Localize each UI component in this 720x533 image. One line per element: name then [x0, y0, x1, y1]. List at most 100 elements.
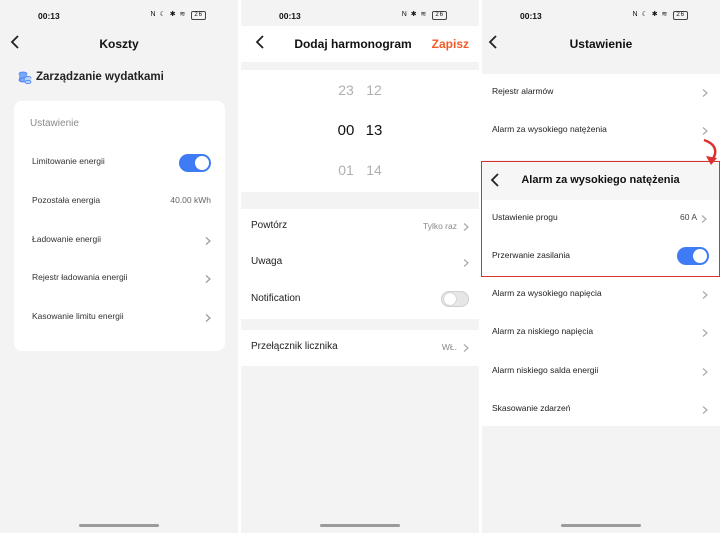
high-current-alarm-row[interactable]: Alarm za wysokiego natężenia — [482, 112, 720, 150]
row-label: Ustawienie progu — [492, 212, 558, 222]
chevron-right-icon — [205, 314, 211, 322]
section-title: Zarządzanie wydatkami — [36, 71, 164, 83]
save-button[interactable]: Zapisz — [432, 37, 469, 51]
energy-charging-row[interactable]: Ładowanie energii — [14, 222, 225, 260]
status-icons: N ☾ ✱ ≋ 26 — [632, 10, 688, 20]
power-cut-row[interactable]: Przerwanie zasilania — [482, 238, 719, 276]
app-header: Dodaj harmonogram Zapisz — [241, 26, 479, 62]
minute-below: 14 — [366, 162, 382, 178]
status-bar: 00:13 N ☾ ✱ ≋ 26 — [482, 0, 720, 26]
row-label: Alarm niskiego salda energii — [492, 365, 599, 375]
chevron-right-icon — [701, 215, 707, 223]
alarm-settings-bottom: Alarm za wysokiego napięcia Alarm za nis… — [482, 276, 720, 426]
app-header: Ustawienie — [482, 26, 720, 62]
chevron-right-icon — [205, 275, 211, 283]
battery-icon: 26 — [191, 11, 206, 20]
row-label: Przełącznik licznika — [251, 341, 338, 352]
status-bar: 00:13 N ☾ ✱ ≋ 26 — [0, 0, 238, 26]
picker-row-below[interactable]: 01 14 — [241, 162, 479, 184]
chevron-right-icon — [702, 406, 708, 414]
notification-row[interactable]: Notification — [241, 282, 479, 318]
page-title: Ustawienie — [569, 37, 633, 51]
alarm-settings-top: Rejestr alarmów Alarm za wysokiego natęż… — [482, 74, 720, 160]
row-value: WŁ. — [441, 342, 457, 352]
status-time: 00:13 — [279, 11, 301, 21]
hour-above: 23 — [338, 82, 354, 98]
row-label: Skasowanie zdarzeń — [492, 403, 571, 413]
row-label: Alarm za wysokiego napięcia — [492, 288, 602, 298]
chevron-right-icon — [702, 291, 708, 299]
reset-limit-row[interactable]: Kasowanie limitu energii — [14, 299, 225, 337]
battery-icon: 26 — [673, 11, 688, 20]
status-time: 00:13 — [38, 11, 60, 21]
clear-events-row[interactable]: Skasowanie zdarzeń — [482, 391, 720, 429]
meter-switch-row[interactable]: Przełącznik licznika WŁ. — [241, 330, 479, 366]
low-voltage-alarm-row[interactable]: Alarm za niskiego napięcia — [482, 314, 720, 352]
meter-switch-block: Przełącznik licznika WŁ. — [241, 330, 479, 366]
chevron-right-icon — [702, 368, 708, 376]
card-label: Ustawienie — [30, 118, 79, 129]
high-current-alarm-popup: Alarm za wysokiego natężenia Ustawienie … — [481, 161, 720, 277]
row-label: Rejestr ładowania energii — [32, 272, 128, 282]
screenshot-collage: 00:13 N ☾ ✱ ≋ 26 Koszty Zarządzanie wyda — [0, 0, 720, 533]
page-title: Koszty — [99, 37, 139, 51]
costs-screen: 00:13 N ☾ ✱ ≋ 26 Koszty Zarządzanie wyda — [0, 0, 238, 533]
coins-icon — [18, 70, 32, 84]
minute-selected: 13 — [365, 122, 383, 139]
chevron-right-icon — [463, 223, 469, 231]
red-arrow-icon — [700, 138, 720, 168]
high-voltage-alarm-row[interactable]: Alarm za wysokiego napięcia — [482, 276, 720, 314]
schedule-options: Powtórz Tylko raz Uwaga Notification — [241, 209, 479, 319]
row-label: Przerwanie zasilania — [492, 250, 570, 260]
notification-toggle[interactable] — [441, 291, 469, 307]
energy-limit-toggle[interactable] — [179, 154, 211, 172]
remaining-energy-row: Pozostała energia 40.00 kWh — [14, 183, 225, 221]
threshold-row[interactable]: Ustawienie progu 60 A — [482, 200, 719, 238]
row-value: Tylko raz — [422, 221, 457, 231]
home-indicator[interactable] — [561, 524, 641, 527]
hour-below: 01 — [338, 162, 354, 178]
row-label: Uwaga — [251, 256, 283, 267]
popup-header: Alarm za wysokiego natężenia — [482, 162, 719, 200]
popup-title: Alarm za wysokiego natężenia — [521, 174, 680, 186]
row-label: Notification — [251, 293, 301, 304]
repeat-row[interactable]: Powtórz Tylko raz — [241, 209, 479, 245]
hour-selected: 00 — [337, 122, 355, 139]
minute-above: 12 — [366, 82, 382, 98]
row-label: Alarm za wysokiego natężenia — [492, 124, 607, 134]
status-icons: N ☾ ✱ ≋ 26 — [150, 10, 206, 20]
chevron-right-icon — [463, 344, 469, 352]
chevron-right-icon — [702, 89, 708, 97]
row-label: Ładowanie energii — [32, 234, 101, 244]
note-row[interactable]: Uwaga — [241, 245, 479, 281]
row-label: Kasowanie limitu energii — [32, 311, 124, 321]
status-icons: N ✱ ≋ 26 — [402, 10, 447, 20]
row-label: Alarm za niskiego napięcia — [492, 326, 594, 336]
picker-row-above[interactable]: 23 12 — [241, 82, 479, 104]
chevron-right-icon — [702, 127, 708, 135]
status-bar: 00:13 N ✱ ≋ 26 — [241, 0, 479, 26]
battery-icon: 26 — [432, 11, 447, 20]
home-indicator[interactable] — [79, 524, 159, 527]
charging-log-row[interactable]: Rejestr ładowania energii — [14, 260, 225, 298]
row-value: 60 A — [679, 212, 697, 222]
chevron-right-icon — [702, 329, 708, 337]
row-label: Rejestr alarmów — [492, 86, 554, 96]
chevron-right-icon — [463, 259, 469, 267]
low-balance-alarm-row[interactable]: Alarm niskiego salda energii — [482, 353, 720, 391]
power-cut-toggle[interactable] — [677, 247, 709, 265]
row-label: Powtórz — [251, 220, 288, 231]
app-header: Koszty — [0, 26, 238, 62]
row-value: 40.00 kWh — [170, 195, 211, 205]
chevron-right-icon — [205, 237, 211, 245]
row-label: Pozostała energia — [32, 195, 101, 205]
home-indicator[interactable] — [320, 524, 400, 527]
status-time: 00:13 — [520, 11, 542, 21]
add-schedule-screen: 00:13 N ✱ ≋ 26 Dodaj harmonogram Zapisz … — [241, 0, 479, 533]
alarm-log-row[interactable]: Rejestr alarmów — [482, 74, 720, 112]
row-label: Limitowanie energii — [32, 156, 105, 166]
energy-limit-row[interactable]: Limitowanie energii — [14, 144, 225, 182]
picker-row-selected[interactable]: 00 13 — [241, 122, 479, 144]
time-picker[interactable]: 23 12 00 13 01 14 — [241, 70, 479, 192]
settings-card: Ustawienie Limitowanie energii Pozostała… — [14, 101, 225, 351]
